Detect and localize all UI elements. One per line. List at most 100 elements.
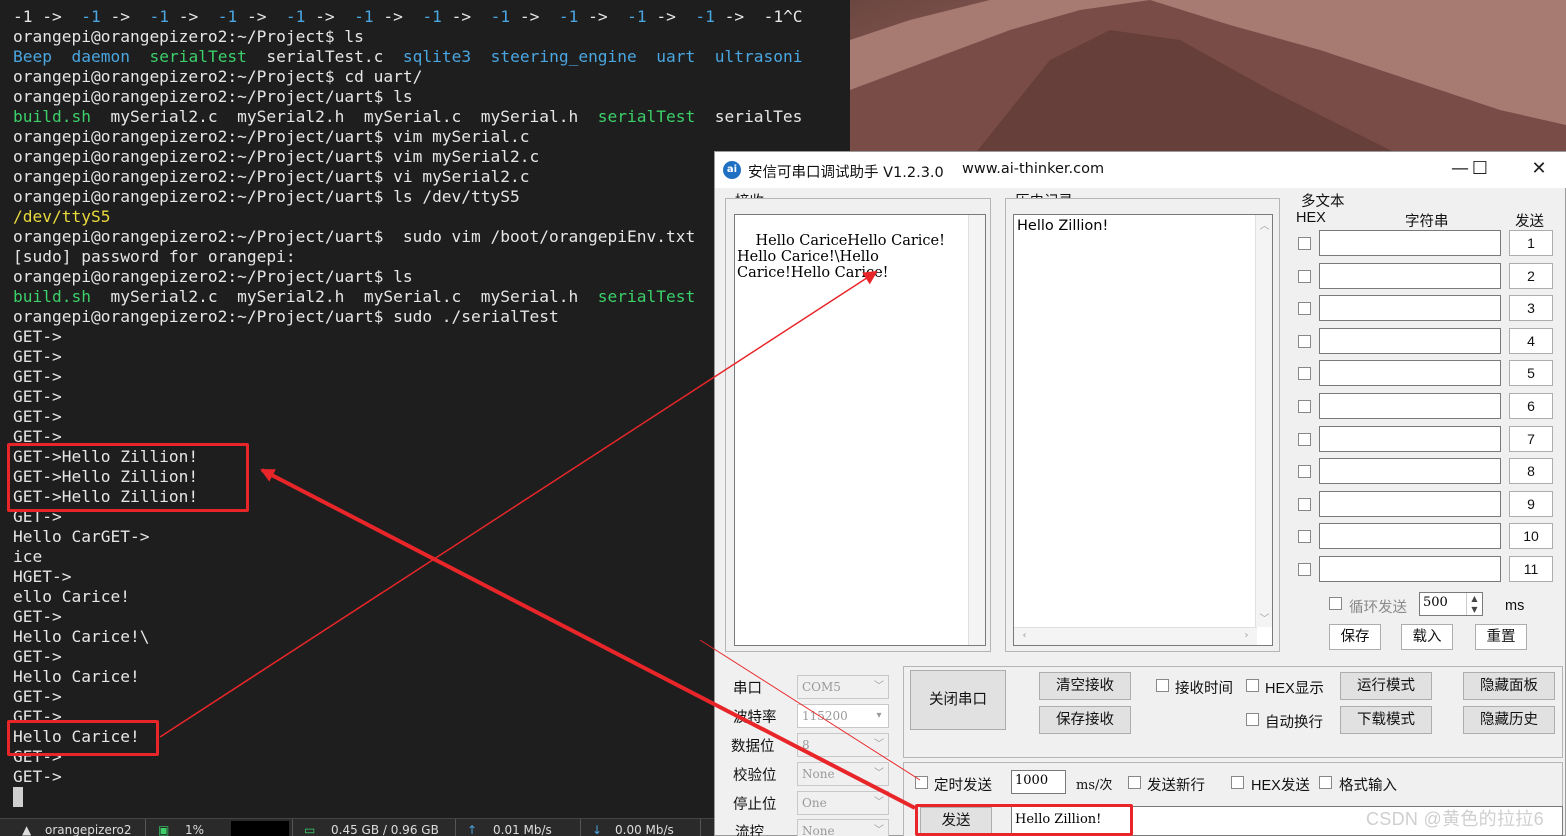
multitext-string-input[interactable] — [1319, 393, 1501, 419]
terminal-segment: serialTest — [597, 287, 696, 306]
send-newline-checkbox[interactable] — [1128, 776, 1141, 789]
maximize-icon[interactable]: ☐ — [1460, 158, 1500, 182]
multitext-string-input[interactable] — [1319, 230, 1501, 256]
multitext-hex-checkbox[interactable] — [1298, 432, 1311, 446]
terminal-segment: daemon — [71, 47, 130, 66]
status-download: 0.00 Mb/s — [615, 823, 674, 836]
hex-send-checkbox[interactable] — [1231, 776, 1244, 789]
history-list[interactable]: Hello Zillion! ︿ ﹀ ‹ › — [1013, 214, 1273, 646]
multitext-send-button[interactable]: 5 — [1509, 360, 1553, 387]
parity-select[interactable]: None ﹀ — [797, 762, 889, 786]
chevron-down-icon: ﹀ — [874, 681, 884, 692]
multitext-reset-button[interactable]: 重置 — [1475, 624, 1527, 650]
close-port-button[interactable]: 关闭串口 — [910, 670, 1006, 730]
multitext-string-input[interactable] — [1319, 262, 1501, 289]
multitext-hex-checkbox[interactable] — [1298, 563, 1311, 576]
flow-select[interactable]: None ﹀ — [797, 819, 889, 836]
multitext-hex-checkbox[interactable] — [1298, 497, 1311, 511]
interval-input[interactable]: 1000 — [1011, 770, 1066, 794]
port-select[interactable]: COM5 ﹀ — [797, 675, 889, 699]
terminal-segment: -1 — [344, 7, 374, 26]
terminal-line: orangepi@orangepizero2:~/Project$ ls — [13, 27, 803, 47]
format-input-checkbox[interactable] — [1319, 776, 1332, 789]
auto-wrap-checkbox[interactable] — [1246, 713, 1259, 726]
multitext-string-input[interactable] — [1319, 295, 1501, 322]
multitext-hex-checkbox[interactable] — [1298, 302, 1311, 316]
terminal-segment: orangepi@orangepizero2:~/Project/uart$ s… — [13, 307, 559, 326]
auto-wrap-label: 自动换行 — [1265, 715, 1323, 731]
multitext-send-button[interactable]: 7 — [1509, 425, 1553, 452]
multitext-string-input[interactable] — [1319, 458, 1501, 485]
multitext-send-button[interactable]: 2 — [1509, 262, 1553, 289]
spin-icon[interactable]: ▲ ▼ — [1466, 593, 1482, 615]
hide-panel-button[interactable]: 隐藏面板 — [1463, 672, 1555, 700]
scroll-up-icon[interactable]: ︿ — [1256, 217, 1272, 232]
terminal-segment: Beep — [13, 47, 52, 66]
terminal-segment: -> — [578, 7, 618, 26]
recv-time-checkbox[interactable] — [1156, 679, 1169, 692]
terminal-segment: GET-> — [13, 407, 62, 426]
terminal-segment: GET-> — [13, 347, 62, 366]
multitext-hex-checkbox[interactable] — [1298, 465, 1311, 479]
multitext-send-button[interactable]: 4 — [1509, 327, 1553, 354]
multitext-string-input[interactable] — [1319, 556, 1501, 582]
terminal-segment: serialTest — [149, 47, 247, 66]
terminal-segment: /dev/ttyS5 — [13, 207, 111, 226]
multitext-hex-checkbox[interactable] — [1298, 237, 1311, 250]
multitext-row: 5 — [1289, 360, 1566, 387]
history-vscrollbar[interactable]: ︿ ﹀ — [1255, 215, 1272, 627]
multitext-string-input[interactable] — [1319, 360, 1501, 387]
multitext-hex-checkbox[interactable] — [1298, 269, 1311, 283]
multitext-send-button[interactable]: 3 — [1509, 295, 1553, 322]
multitext-hex-checkbox[interactable] — [1298, 530, 1311, 544]
multitext-hex-checkbox[interactable] — [1298, 400, 1311, 413]
multitext-rows: 1 2 3 4 5 6 7 8 9 10 11 — [1289, 230, 1566, 590]
clear-receive-button[interactable]: 清空接收 — [1039, 672, 1131, 700]
databits-select[interactable]: 8 ﹀ — [797, 733, 889, 757]
multitext-string-input[interactable] — [1319, 490, 1501, 517]
multitext-hex-checkbox[interactable] — [1298, 334, 1311, 348]
multitext-hex-checkbox[interactable] — [1298, 367, 1311, 381]
multitext-send-button[interactable]: 1 — [1509, 230, 1553, 256]
terminal-segment: GET-> — [13, 327, 62, 346]
multitext-send-button[interactable]: 8 — [1509, 458, 1553, 485]
hide-history-button[interactable]: 隐藏历史 — [1463, 706, 1555, 734]
serial-assistant-window[interactable]: ai 安信可串口调试助手 V1.2.3.0 www.ai-thinker.com… — [714, 151, 1566, 836]
download-mode-button[interactable]: 下载模式 — [1340, 706, 1432, 734]
baud-select[interactable]: 115200 ▾ — [797, 704, 889, 728]
multitext-save-button[interactable]: 保存 — [1329, 624, 1381, 650]
save-receive-button[interactable]: 保存接收 — [1039, 706, 1131, 734]
terminal-segment: sqlite3 — [402, 47, 472, 66]
multitext-row: 1 — [1289, 230, 1566, 256]
timed-send-checkbox[interactable] — [915, 776, 928, 789]
multitext-send-button[interactable]: 9 — [1509, 490, 1553, 517]
terminal-segment: GET-> — [13, 367, 62, 386]
multitext-string-input[interactable] — [1319, 523, 1501, 550]
run-mode-button[interactable]: 运行模式 — [1340, 672, 1432, 700]
scroll-down-icon[interactable]: ﹀ — [1256, 610, 1272, 625]
baud-value: 115200 — [802, 709, 848, 723]
terminal-segment: GET-> — [13, 687, 62, 706]
stopbits-select[interactable]: One ﹀ — [797, 791, 889, 815]
loop-interval-input[interactable]: 500 ▲ ▼ — [1419, 592, 1483, 616]
parity-label: 校验位 — [733, 768, 777, 784]
terminal-segment: ultrasoni — [714, 47, 803, 66]
multitext-load-button[interactable]: 载入 — [1401, 624, 1453, 650]
receive-textarea[interactable]: Hello CariceHello Carice! Hello Carice!\… — [734, 214, 986, 646]
multitext-send-button[interactable]: 10 — [1509, 523, 1553, 550]
multitext-string-input[interactable] — [1319, 327, 1501, 354]
scroll-left-icon[interactable]: ‹ — [1016, 630, 1033, 641]
terminal-segment: GET-> — [13, 767, 62, 786]
close-icon[interactable]: ✕ — [1519, 158, 1559, 182]
terminal-segment: -> — [237, 7, 277, 26]
history-hscrollbar[interactable]: ‹ › — [1014, 627, 1257, 645]
port-label: 串口 — [733, 681, 762, 697]
multitext-string-input[interactable] — [1319, 425, 1501, 452]
multitext-send-button[interactable]: 6 — [1509, 393, 1553, 419]
hex-display-checkbox[interactable] — [1246, 679, 1259, 692]
scroll-right-icon[interactable]: › — [1238, 630, 1255, 641]
multitext-send-button[interactable]: 11 — [1509, 556, 1553, 582]
receive-scrollbar[interactable]: ︿ ﹀ — [968, 215, 985, 645]
loop-send-checkbox[interactable] — [1329, 597, 1342, 610]
history-item[interactable]: Hello Zillion! — [1017, 218, 1108, 234]
